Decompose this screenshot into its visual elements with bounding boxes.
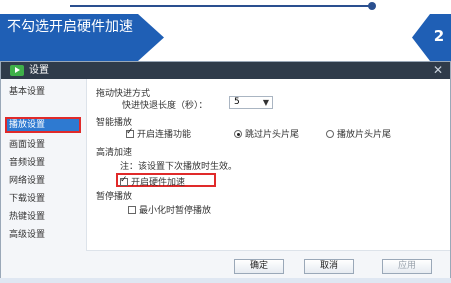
banner-title: 不勾选开启硬件加速 <box>7 19 133 35</box>
play-intro-label: 播放片头片尾 <box>337 130 392 140</box>
app-logo-icon <box>10 65 24 76</box>
chevron-down-icon: ▼ <box>262 98 269 107</box>
continue-play-option[interactable]: 开启连播功能 <box>126 127 191 140</box>
fast-seek-select[interactable]: 5 ▼ <box>229 96 273 109</box>
apply-button[interactable]: 应用 <box>382 259 432 274</box>
settings-dialog: 设置 ✕ 基本设置 播放设置 画面设置 音频设置 网络设置 下载设置 热键设置 … <box>0 61 451 283</box>
continue-play-checkbox[interactable] <box>126 127 134 138</box>
continue-play-label: 开启连播功能 <box>137 130 192 140</box>
dialog-title: 设置 <box>29 65 49 76</box>
minimize-pause-option[interactable]: 最小化时暂停播放 <box>128 203 211 216</box>
top-decoration-line <box>70 5 370 7</box>
hw-accel-label: 开启硬件加速 <box>131 178 186 188</box>
close-icon[interactable]: ✕ <box>433 63 443 77</box>
skip-intro-option[interactable]: 跳过片头片尾 <box>234 127 299 140</box>
sidebar-item-display[interactable]: 画面设置 <box>1 137 86 153</box>
dialog-titlebar: 设置 ✕ <box>1 62 450 79</box>
hw-accel-checkbox[interactable] <box>120 175 128 186</box>
top-decoration-dot <box>368 2 376 10</box>
settings-sidebar: 基本设置 播放设置 画面设置 音频设置 网络设置 下载设置 热键设置 高级设置 <box>1 79 87 282</box>
play-intro-option[interactable]: 播放片头片尾 <box>326 127 391 140</box>
cancel-button[interactable]: 取消 <box>304 259 354 274</box>
fast-seek-label: 快进快退长度（秒）： <box>122 101 208 111</box>
skip-intro-radio[interactable] <box>234 130 242 138</box>
sidebar-item-audio[interactable]: 音频设置 <box>1 155 86 171</box>
minimize-pause-label: 最小化时暂停播放 <box>139 206 212 216</box>
play-intro-radio[interactable] <box>326 130 334 138</box>
skip-intro-label: 跳过片头片尾 <box>245 130 300 140</box>
hd-accel-note: 注：该设置下次播放时生效。 <box>120 162 238 172</box>
sidebar-item-network[interactable]: 网络设置 <box>1 173 86 189</box>
pause-heading: 暂停播放 <box>96 192 133 202</box>
sidebar-item-hotkeys[interactable]: 热键设置 <box>1 209 86 225</box>
sidebar-item-basic[interactable]: 基本设置 <box>1 84 86 100</box>
sidebar-item-advanced[interactable]: 高级设置 <box>1 227 86 243</box>
step-number: 2 <box>433 27 445 45</box>
fast-seek-value: 5 <box>234 97 240 107</box>
ok-button[interactable]: 确定 <box>234 259 284 274</box>
sidebar-item-download[interactable]: 下载设置 <box>1 191 86 207</box>
settings-content: 拖动快进方式 快进快退长度（秒）： 5 ▼ 智能播放 开启连播功能 跳过片头片尾… <box>96 79 446 239</box>
hw-accel-option[interactable]: 开启硬件加速 <box>120 175 185 188</box>
hd-accel-heading: 高清加速 <box>96 148 133 158</box>
sidebar-item-playback[interactable]: 播放设置 <box>1 117 86 133</box>
minimize-pause-checkbox[interactable] <box>128 206 136 214</box>
bottom-decoration-strip <box>0 278 451 283</box>
